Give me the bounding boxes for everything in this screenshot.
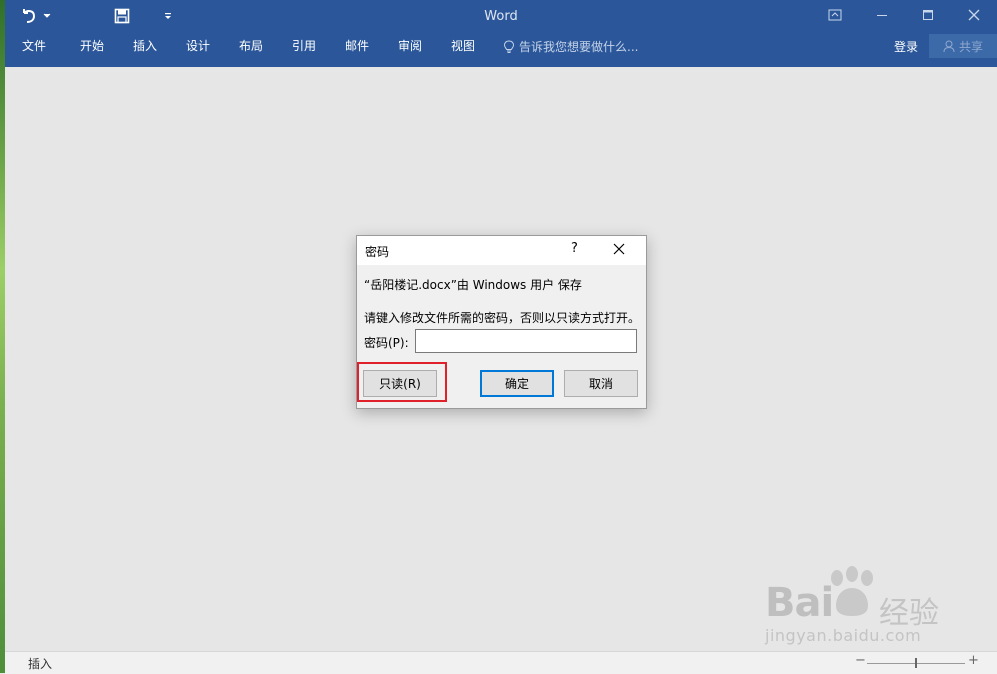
tab-design[interactable]: 设计 <box>186 37 210 55</box>
tab-review[interactable]: 审阅 <box>398 37 422 55</box>
tell-me-search[interactable]: 告诉我您想要做什么... <box>503 38 638 55</box>
dialog-help-button[interactable]: ? <box>571 241 578 256</box>
tab-references[interactable]: 引用 <box>292 37 316 55</box>
save-icon <box>114 8 130 24</box>
readonly-button[interactable]: 只读(R) <box>363 370 437 397</box>
tell-me-text: 告诉我您想要做什么... <box>519 40 639 54</box>
close-icon <box>613 243 625 255</box>
zoom-in-button[interactable]: + <box>968 653 979 668</box>
edit-mode-indicator[interactable]: 插入 <box>28 655 52 672</box>
watermark-brand: Bai <box>765 580 834 626</box>
maximize-button[interactable] <box>913 4 943 26</box>
close-icon <box>968 9 980 21</box>
status-bar: 插入 − + <box>5 651 997 674</box>
tab-layout[interactable]: 布局 <box>239 37 263 55</box>
password-dialog: 密码 ? “岳阳楼记.docx”由 Windows 用户 保存 请键入修改文件所… <box>356 235 647 409</box>
password-input[interactable] <box>415 329 637 353</box>
share-label: 共享 <box>958 39 983 54</box>
undo-button[interactable] <box>20 6 38 26</box>
tab-view[interactable]: 视图 <box>451 37 475 55</box>
maximize-icon <box>923 10 933 20</box>
minimize-button[interactable] <box>867 4 897 26</box>
save-button[interactable] <box>114 6 130 26</box>
dialog-close-button[interactable] <box>613 243 625 258</box>
zoom-slider-thumb[interactable] <box>915 658 917 668</box>
baidu-jingyan-watermark: Bai 经验 jingyan.baidu.com <box>762 566 962 652</box>
desktop-background-edge <box>0 0 5 673</box>
close-window-button[interactable] <box>959 4 989 26</box>
dialog-title: 密码 <box>365 245 390 259</box>
ok-button[interactable]: 确定 <box>480 370 554 397</box>
file-owner-text: “岳阳楼记.docx”由 Windows 用户 保存 <box>364 278 582 292</box>
cancel-button[interactable]: 取消 <box>564 370 638 397</box>
undo-icon <box>23 9 36 23</box>
lightbulb-icon <box>503 39 515 53</box>
share-button[interactable]: 共享 <box>929 34 997 58</box>
ribbon-display-options-button[interactable] <box>820 4 850 26</box>
tab-home[interactable]: 开始 <box>80 37 104 55</box>
tab-file[interactable]: 文件 <box>22 37 46 55</box>
dropdown-arrow-icon <box>43 13 51 18</box>
person-icon <box>943 40 955 52</box>
watermark-url: jingyan.baidu.com <box>765 626 922 645</box>
minimize-icon <box>877 15 887 16</box>
customize-qat-icon <box>165 13 171 19</box>
password-label: 密码(P): <box>364 336 409 350</box>
ribbon-display-options-icon <box>828 9 842 21</box>
tab-insert[interactable]: 插入 <box>133 37 157 55</box>
zoom-out-button[interactable]: − <box>855 653 866 668</box>
tab-mailings[interactable]: 邮件 <box>345 37 369 55</box>
instruction-text: 请键入修改文件所需的密码，否则以只读方式打开。 <box>364 311 641 325</box>
undo-dropdown-button[interactable] <box>43 6 51 26</box>
dialog-titlebar: 密码 ? <box>357 236 646 265</box>
customize-qat-button[interactable] <box>164 6 172 26</box>
word-titlebar: Word 文件 开始 插入 设计 布局 引用 邮件 审阅 视图 告诉我您想要做什… <box>5 0 997 67</box>
login-link[interactable]: 登录 <box>894 38 918 55</box>
